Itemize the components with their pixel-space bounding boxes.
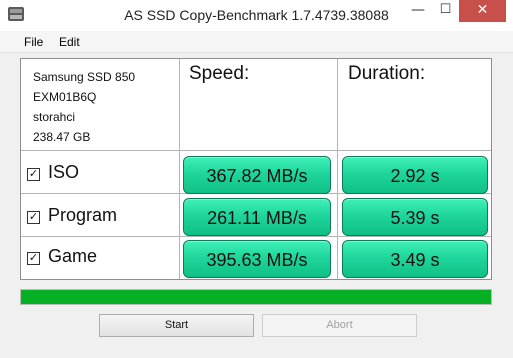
title-bar: AS SSD Copy-Benchmark 1.7.4739.38088 — ☐…: [0, 0, 513, 31]
abort-button[interactable]: Abort: [262, 314, 417, 337]
column-divider: [179, 59, 180, 279]
iso-duration-result: 2.92 s: [342, 156, 488, 194]
menu-bar: File Edit: [0, 31, 513, 53]
maximize-button[interactable]: ☐: [432, 0, 459, 22]
minimize-button[interactable]: —: [404, 0, 432, 22]
drive-driver: storahci: [33, 110, 76, 124]
progress-bar: [20, 289, 492, 305]
drive-info: Samsung SSD 850 EXM01B6Q storahci 238.47…: [33, 67, 135, 147]
row-divider: [21, 150, 491, 151]
program-label: Program: [48, 205, 118, 225]
program-duration-result: 5.39 s: [342, 198, 488, 236]
duration-header: Duration:: [348, 63, 426, 84]
program-speed-result: 261.11 MB/s: [183, 198, 331, 236]
program-checkbox[interactable]: ✓: [27, 211, 40, 224]
game-speed-result: 395.63 MB/s: [183, 240, 331, 278]
row-program[interactable]: ✓ Program: [27, 204, 117, 226]
drive-firmware: EXM01B6Q: [33, 90, 97, 104]
menu-file[interactable]: File: [24, 35, 43, 49]
iso-checkbox[interactable]: ✓: [27, 168, 40, 181]
column-divider: [337, 59, 338, 279]
close-button[interactable]: ✕: [459, 0, 506, 22]
game-checkbox[interactable]: ✓: [27, 252, 40, 265]
game-duration-result: 3.49 s: [342, 240, 488, 278]
drive-capacity: 238.47 GB: [33, 130, 91, 144]
row-iso[interactable]: ✓ ISO: [27, 161, 79, 183]
game-label: Game: [48, 246, 98, 266]
menu-edit[interactable]: Edit: [59, 35, 80, 49]
iso-label: ISO: [48, 162, 80, 182]
drive-model: Samsung SSD 850: [33, 70, 136, 84]
progress-fill: [21, 290, 491, 304]
benchmark-grid: Samsung SSD 850 EXM01B6Q storahci 238.47…: [20, 58, 492, 280]
row-game[interactable]: ✓ Game: [27, 245, 97, 267]
start-button[interactable]: Start: [99, 314, 254, 337]
speed-header: Speed:: [189, 63, 250, 84]
iso-speed-result: 367.82 MB/s: [183, 156, 331, 194]
